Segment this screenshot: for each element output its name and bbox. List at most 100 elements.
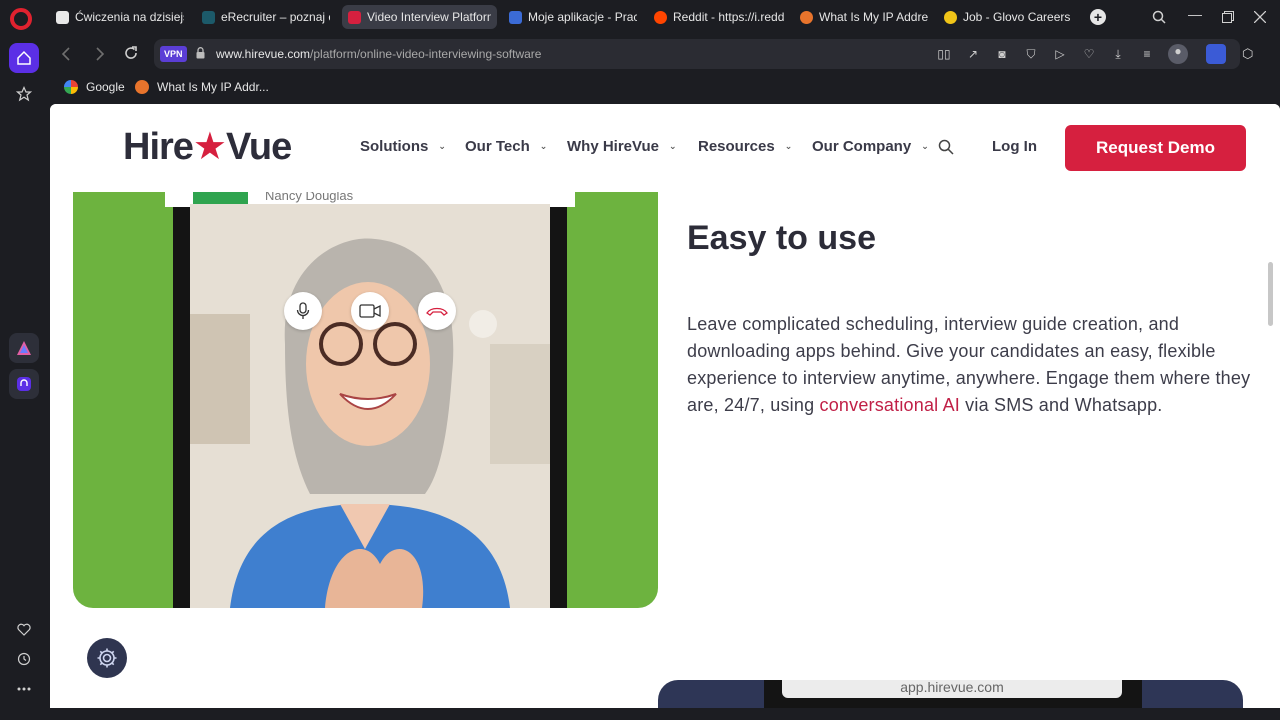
video-interview-image: Nancy Douglas (73, 164, 658, 608)
nav-label: Why HireVue (567, 138, 659, 155)
settings-button[interactable] (87, 638, 127, 678)
section-title: Easy to use (687, 219, 876, 257)
bookmarks-star-icon[interactable] (9, 79, 39, 109)
tab-favicon-icon (800, 10, 813, 24)
microphone-button[interactable] (284, 292, 322, 330)
woman-photo (190, 204, 550, 608)
extensions-cube-icon[interactable]: ⬡ (1242, 46, 1253, 62)
logo-text-left: Hire (123, 126, 194, 168)
nav-our-company[interactable]: Our Company ⌄ (812, 138, 929, 155)
download-icon[interactable]: ⤓ (1111, 47, 1125, 61)
hang-up-phone-icon (426, 307, 448, 316)
tab-title: Video Interview Platform | (367, 10, 491, 24)
gear-icon (97, 648, 117, 668)
heart-icon[interactable] (9, 615, 39, 645)
para-text-end: via SMS and Whatsapp. (959, 395, 1163, 415)
microphone-icon (296, 302, 310, 319)
more-dots-icon[interactable] (9, 674, 39, 704)
google-favicon-icon (64, 80, 78, 94)
restore-icon[interactable] (1222, 11, 1234, 23)
easy-setup-icon[interactable]: ≡ (1140, 47, 1154, 61)
nav-label: Our Company (812, 138, 912, 155)
section-paragraph: Leave complicated scheduling, interview … (687, 311, 1257, 419)
snapshot-camera-icon[interactable]: ◙ (995, 47, 1009, 61)
home-icon[interactable] (9, 43, 39, 73)
tab-1[interactable]: eRecruiter – poznaj cen (196, 5, 336, 29)
tab-4[interactable]: Reddit - https://i.redd.i (648, 5, 790, 29)
video-camera-icon (359, 304, 381, 318)
lock-icon[interactable] (196, 47, 205, 59)
opera-logo-icon[interactable] (10, 8, 32, 30)
logo-star-icon: ★ (192, 126, 227, 168)
close-icon[interactable] (1254, 11, 1266, 23)
tab-5[interactable]: What Is My IP Address (794, 5, 934, 29)
site-header: Hire★Vue Solutions ⌄ Our Tech ⌄ Why HireVu… (50, 104, 1280, 192)
tab-title: Moje aplikacje - Pracuj. (528, 10, 637, 24)
chevron-down-icon: ⌄ (784, 141, 793, 151)
url-domain: www.hirevue.com (216, 47, 311, 61)
tab-favicon-icon (509, 10, 522, 24)
opera-sidebar (0, 34, 48, 720)
tab-favicon-icon (202, 10, 215, 24)
url-path: /platform/online-video-interviewing-soft… (310, 47, 542, 61)
bookmark-label: Google (86, 80, 125, 94)
tab-title: Reddit - https://i.redd.i (673, 10, 784, 24)
second-phone-image: app.hirevue.com (658, 680, 1243, 708)
ip-favicon-icon (135, 80, 149, 94)
search-icon[interactable] (938, 139, 954, 155)
bookmark-ip[interactable]: What Is My IP Addr... (135, 80, 269, 94)
chevron-down-icon: ⌄ (539, 141, 548, 151)
aria-ai-icon[interactable] (9, 333, 39, 363)
tab-0[interactable]: Ćwiczenia na dzisiejszy (50, 5, 190, 29)
favorite-heart-icon[interactable]: ♡ (1082, 47, 1096, 61)
nav-resources[interactable]: Resources ⌄ (698, 138, 792, 155)
bookmarks-bar: Google What Is My IP Addr... (48, 74, 1280, 102)
share-icon[interactable]: ↗ (966, 47, 980, 61)
tab-favicon-icon (654, 10, 667, 24)
tab-search-icon[interactable] (1152, 10, 1166, 24)
tab-title: Job - Glovo Careers (963, 10, 1071, 24)
minimize-icon[interactable]: — (1188, 6, 1202, 22)
tab-title: What Is My IP Address (819, 10, 928, 24)
hirevue-logo[interactable]: Hire★Vue (123, 124, 292, 169)
reload-icon[interactable] (124, 46, 138, 60)
forward-arrow-icon[interactable] (95, 47, 105, 61)
extension-icon[interactable] (1206, 44, 1226, 64)
tab-title: Ćwiczenia na dzisiejszy (75, 10, 184, 24)
tab-2-active[interactable]: Video Interview Platform | (342, 5, 497, 29)
tab-3[interactable]: Moje aplikacje - Pracuj. (503, 5, 643, 29)
nav-label: Resources (698, 138, 775, 155)
reader-mode-icon[interactable]: ▯▯ (937, 47, 951, 61)
conversational-ai-link[interactable]: conversational AI (820, 395, 960, 415)
page-scrollbar[interactable] (1268, 262, 1273, 326)
logo-text-right: Vue (226, 126, 292, 168)
history-clock-icon[interactable] (9, 644, 39, 674)
vpn-badge[interactable]: VPN (160, 46, 187, 62)
address-bar[interactable]: VPN www.hirevue.com/platform/online-vide… (154, 39, 1240, 69)
chevron-down-icon: ⌄ (921, 141, 929, 151)
login-link[interactable]: Log In (992, 138, 1037, 155)
camera-button[interactable] (351, 292, 389, 330)
tab-favicon-icon (56, 10, 69, 24)
url-text[interactable]: www.hirevue.com/platform/online-video-in… (216, 47, 541, 61)
nav-label: Our Tech (465, 138, 530, 155)
address-bar-row: VPN www.hirevue.com/platform/online-vide… (48, 34, 1280, 74)
request-demo-button[interactable]: Request Demo (1065, 125, 1246, 171)
nav-our-tech[interactable]: Our Tech ⌄ (465, 138, 547, 155)
adblock-shield-icon[interactable]: ⛉ (1024, 47, 1038, 61)
music-player-icon[interactable] (9, 369, 39, 399)
profile-avatar-icon[interactable]: ● (1168, 44, 1188, 64)
back-arrow-icon[interactable] (61, 47, 71, 61)
bookmark-google[interactable]: Google (64, 80, 125, 94)
tab-favicon-icon (944, 10, 957, 24)
tab-bar: Ćwiczenia na dzisiejszy eRecruiter – poz… (0, 0, 1280, 34)
tab-6[interactable]: Job - Glovo Careers (938, 5, 1078, 29)
nav-why-hirevue[interactable]: Why HireVue ⌄ (567, 138, 677, 155)
bookmark-label: What Is My IP Addr... (157, 80, 269, 94)
new-tab-plus-icon[interactable]: + (1090, 9, 1106, 25)
hang-up-button[interactable] (418, 292, 456, 330)
chevron-down-icon: ⌄ (438, 141, 446, 151)
flow-send-icon[interactable]: ▷ (1053, 47, 1067, 61)
nav-solutions[interactable]: Solutions ⌄ (360, 138, 446, 155)
app-url-text: app.hirevue.com (782, 680, 1122, 698)
